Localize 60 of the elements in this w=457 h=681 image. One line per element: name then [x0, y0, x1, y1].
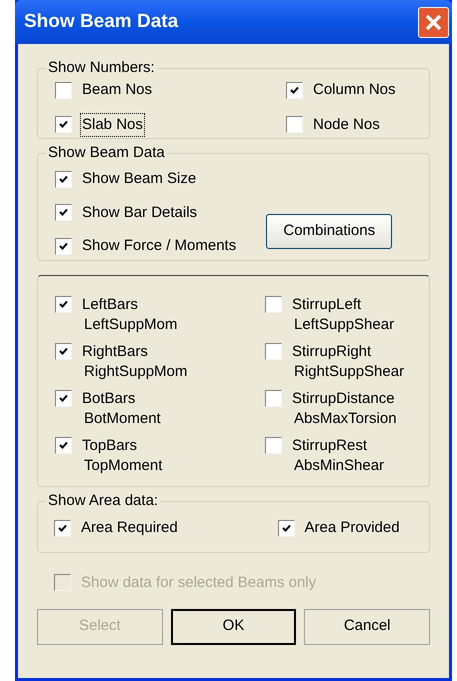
dialog-button[interactable]: Cancel [304, 608, 430, 644]
check-icon [282, 524, 290, 533]
checkbox[interactable] [286, 116, 303, 134]
checkbox[interactable] [265, 437, 282, 454]
checkbox-sublabel: RightSuppMom [83, 362, 188, 381]
checkbox[interactable] [54, 520, 71, 537]
checkbox-label: Column Nos [312, 80, 397, 100]
checkbox-sublabel: TopMoment [83, 456, 164, 475]
checkbox[interactable] [55, 116, 72, 134]
checkbox-label: LeftBars [81, 295, 139, 315]
check-icon [58, 524, 67, 533]
close-button[interactable] [418, 6, 449, 38]
checkbox-label: BotBars [81, 389, 136, 409]
checkbox[interactable] [278, 520, 294, 537]
checkbox[interactable] [55, 296, 72, 313]
window-title: Show Beam Data [24, 10, 178, 34]
check-icon [59, 394, 68, 403]
checkbox[interactable] [55, 170, 72, 188]
check-icon [59, 347, 68, 356]
check-icon [59, 300, 68, 309]
checkbox-sublabel: BotMoment [83, 409, 162, 428]
check-icon [59, 174, 68, 184]
checkbox-sublabel: AbsMinShear [293, 456, 386, 475]
check-icon [59, 208, 68, 218]
checkbox[interactable] [55, 437, 72, 454]
checkbox-label: TopBars [81, 436, 138, 456]
check-icon [59, 120, 68, 130]
checkbox[interactable] [265, 390, 282, 407]
close-icon [425, 14, 442, 30]
checkbox-label: Area Required [80, 518, 179, 538]
checkbox-sublabel: LeftSuppMom [83, 315, 178, 334]
checkbox-label: Show Bar Details [81, 202, 198, 222]
checkbox[interactable] [265, 296, 282, 313]
checkbox-label: StirrupRight [291, 342, 372, 362]
check-icon [59, 242, 68, 251]
checkbox-label: StirrupLeft [291, 295, 362, 315]
checkbox-label: StirrupDistance [291, 389, 396, 409]
checkbox[interactable] [55, 82, 72, 99]
checkbox-label: Slab Nos [80, 112, 145, 137]
checkbox-sublabel: RightSuppShear [293, 362, 406, 381]
checkbox-label: Area Provided [304, 518, 401, 538]
combinations-button[interactable]: Combinations [266, 214, 392, 249]
checkbox-sublabel: AbsMaxTorsion [293, 409, 398, 428]
checkbox-label: Node Nos [312, 114, 381, 134]
checkbox-label: Show Beam Size [81, 169, 198, 189]
check-icon [59, 441, 68, 450]
check-icon [290, 86, 299, 95]
dialog-button[interactable]: OK [170, 608, 296, 644]
checkbox[interactable] [55, 390, 72, 407]
checkbox-label: Show data for selected Beams only [81, 573, 318, 593]
checkbox[interactable] [55, 238, 72, 255]
checkbox[interactable] [55, 343, 72, 360]
checkbox-sublabel: LeftSuppShear [293, 315, 396, 334]
checkbox-label: RightBars [81, 342, 149, 362]
checkbox-label: Beam Nos [81, 80, 154, 100]
checkbox-label: StirrupRest [291, 436, 368, 456]
checkbox[interactable] [286, 82, 303, 99]
checkbox-label: Show Force / Moments [81, 236, 238, 256]
checkbox[interactable] [265, 343, 282, 360]
checkbox[interactable] [55, 204, 72, 222]
